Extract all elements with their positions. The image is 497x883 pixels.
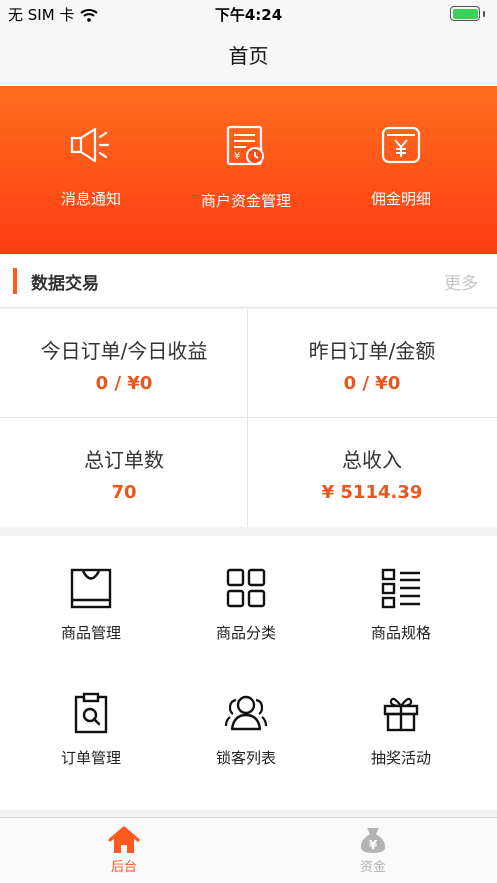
tab-backend[interactable]: 后台	[64, 826, 184, 875]
menu-item-product-category[interactable]: 商品分类	[163, 536, 329, 656]
stat-total-income: 总收入 ¥ 5114.39	[321, 448, 423, 503]
bottom-tab-bar: 后台 ¥ 资金	[0, 817, 497, 883]
home-icon	[108, 826, 140, 853]
section-accent-bar	[13, 268, 17, 294]
gift-icon	[383, 697, 419, 732]
divider	[247, 309, 248, 527]
status-time: 下午4:24	[214, 6, 283, 24]
message-notice-button[interactable]: 消息通知	[8, 124, 174, 209]
megaphone-icon	[70, 127, 110, 163]
menu-item-lottery-activity[interactable]: 抽奖活动	[318, 661, 484, 781]
shopping-bag-icon	[70, 568, 112, 609]
menu-item-order-management[interactable]: 订单管理	[8, 661, 174, 781]
wallet-icon	[381, 126, 421, 164]
menu-item-product-spec[interactable]: 商品规格	[318, 536, 484, 656]
tab-funds[interactable]: ¥ 资金	[313, 826, 433, 875]
stats-panel: 今日订单/今日收益 0 / ¥0 昨日订单/金额 0 / ¥0 总订单数 70 …	[0, 309, 497, 527]
divider	[0, 417, 497, 418]
more-link[interactable]: 更多	[444, 269, 478, 294]
svg-text:¥: ¥	[234, 151, 240, 162]
battery-indicator	[450, 6, 485, 21]
function-menu: 商品管理 商品分类 商品规格 订单管理 锁客列表 抽奖活动	[0, 536, 497, 810]
merchant-fund-button[interactable]: ¥ 商户资金管理	[163, 124, 329, 211]
section-title: 数据交易	[31, 274, 99, 294]
status-bar: 无 SIM 卡 下午4:24	[0, 0, 497, 28]
battery-icon	[450, 6, 480, 21]
money-bag-icon: ¥	[360, 828, 386, 853]
stat-total-orders: 总订单数 70	[84, 448, 164, 503]
list-icon	[381, 568, 420, 609]
category-grid-icon	[226, 568, 266, 608]
stat-yesterday: 昨日订单/金额 0 / ¥0	[308, 339, 436, 394]
svg-text:¥: ¥	[369, 838, 378, 852]
customers-icon	[224, 695, 268, 731]
order-clipboard-icon	[74, 692, 108, 734]
page-title: 首页	[228, 44, 269, 68]
menu-item-product-management[interactable]: 商品管理	[8, 536, 174, 656]
commission-detail-button[interactable]: 佣金明细	[318, 124, 484, 209]
menu-item-locked-customers[interactable]: 锁客列表	[163, 661, 329, 781]
data-section-header: 数据交易 更多	[0, 254, 497, 308]
fund-document-icon: ¥	[226, 125, 264, 166]
shortcut-banner: 消息通知 ¥ 商户资金管理 佣金明细	[0, 86, 497, 254]
navigation-bar: 首页	[0, 28, 497, 86]
stat-today: 今日订单/今日收益 0 / ¥0	[40, 339, 208, 394]
